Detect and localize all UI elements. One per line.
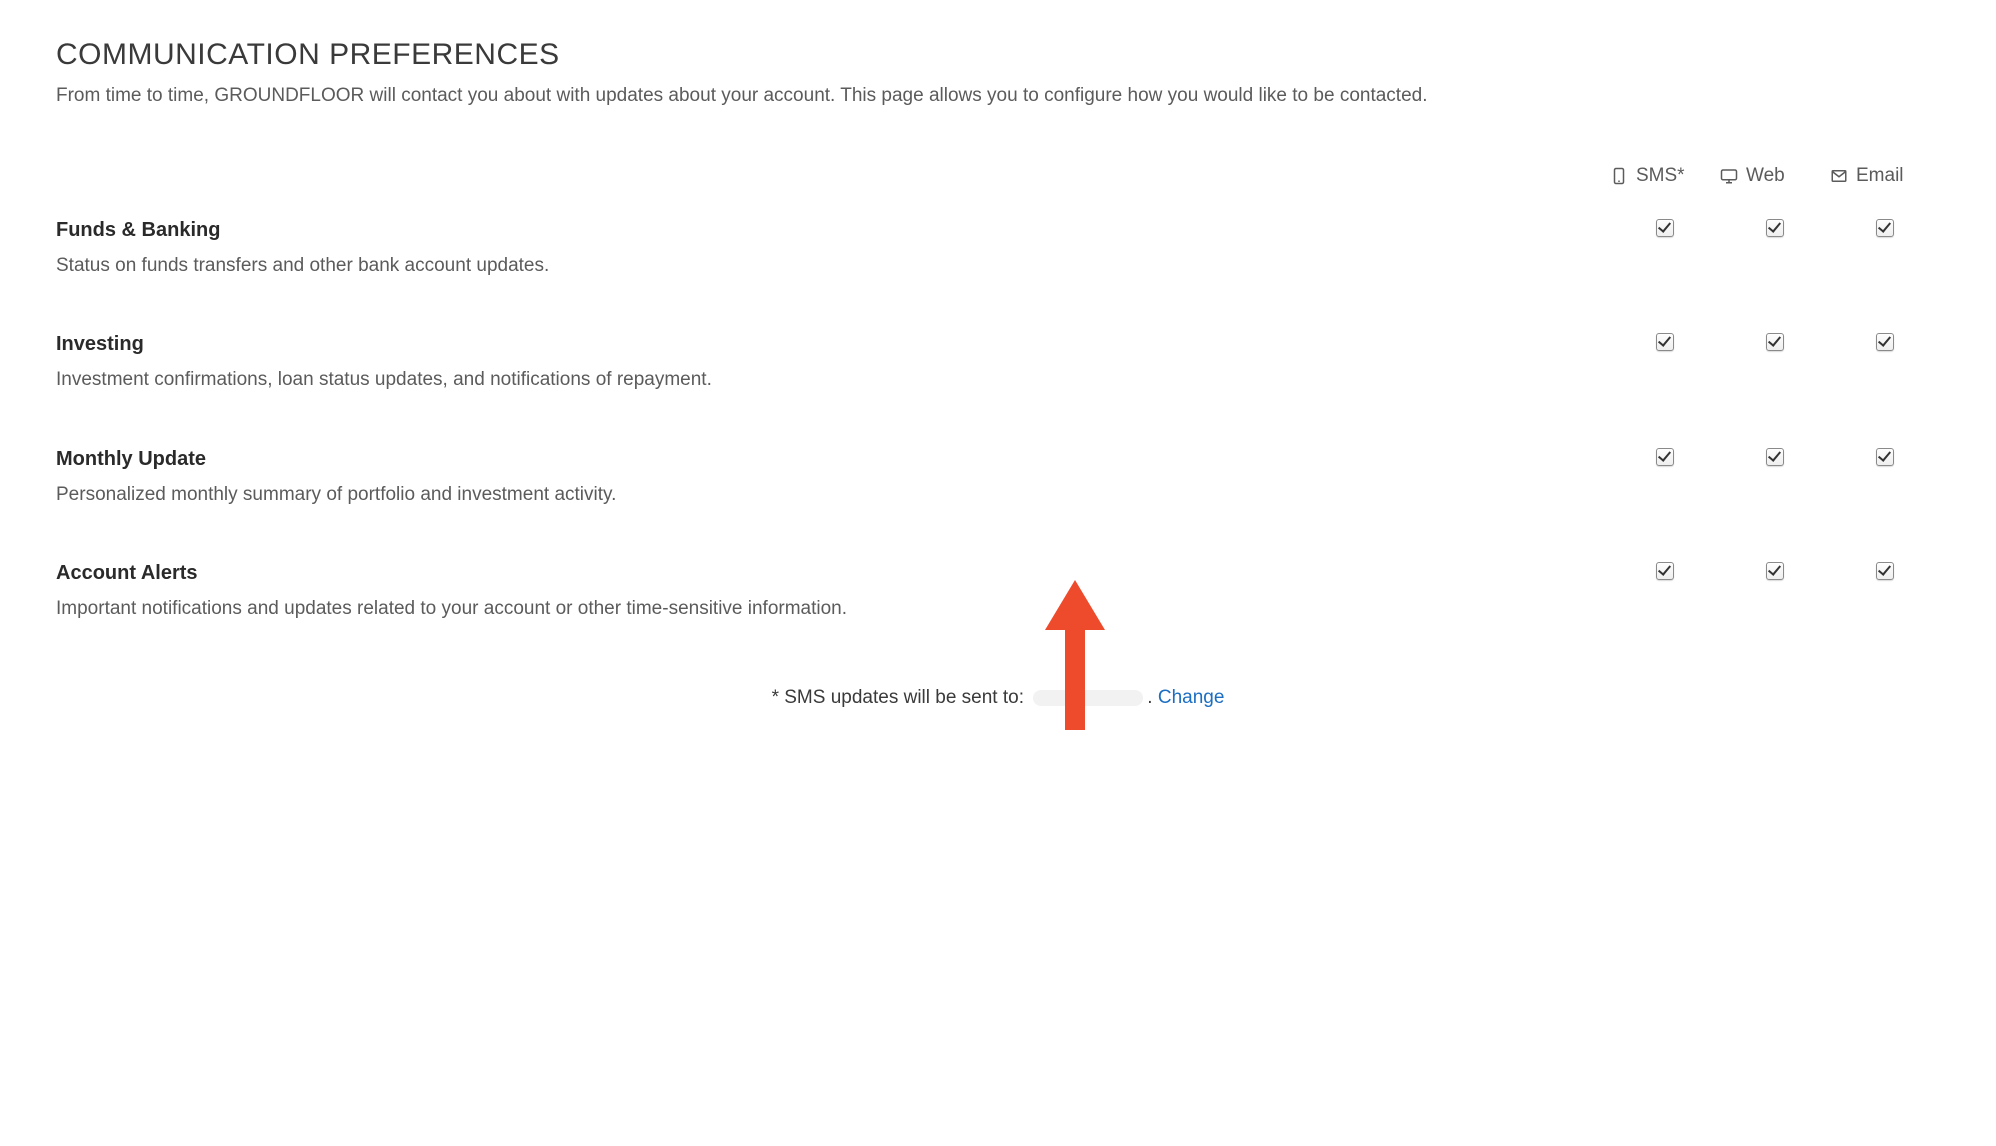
pref-check-cell-web	[1720, 219, 1830, 334]
phone-icon	[1610, 167, 1628, 185]
pref-checkbox-web[interactable]	[1766, 333, 1784, 351]
sms-footnote: * SMS updates will be sent to: . Change	[56, 687, 1940, 709]
sms-footnote-punct: .	[1147, 687, 1158, 708]
pref-checkbox-sms[interactable]	[1656, 333, 1674, 351]
pref-desc-cell: Monthly Update Personalized monthly summa…	[56, 448, 1610, 563]
channel-header-sms: SMS*	[1610, 165, 1685, 187]
pref-row-title: Monthly Update	[56, 448, 1570, 471]
pref-row: Funds & Banking Status on funds transfers…	[56, 219, 1940, 334]
pref-row-title: Investing	[56, 333, 1570, 356]
pref-checkbox-sms[interactable]	[1656, 562, 1674, 580]
pref-checkbox-email[interactable]	[1876, 562, 1894, 580]
pref-row-desc: Important notifications and updates rela…	[56, 595, 1570, 623]
pref-row-desc: Investment confirmations, loan status up…	[56, 366, 1570, 394]
channel-label-sms: SMS*	[1636, 165, 1685, 187]
pref-row-desc: Personalized monthly summary of portfoli…	[56, 481, 1570, 509]
monitor-icon	[1720, 167, 1738, 185]
pref-check-cell-web	[1720, 333, 1830, 448]
channel-label-email: Email	[1856, 165, 1904, 187]
preferences-table: SMS* Web Email Funds & Banking Status on …	[56, 155, 1940, 677]
page-subtitle: From time to time, GROUNDFLOOR will cont…	[56, 82, 1940, 111]
pref-check-cell-email	[1830, 448, 1940, 563]
pref-checkbox-web[interactable]	[1766, 562, 1784, 580]
pref-row: Investing Investment confirmations, loan …	[56, 333, 1940, 448]
sms-footnote-prefix: * SMS updates will be sent to:	[772, 687, 1024, 708]
pref-checkbox-email[interactable]	[1876, 448, 1894, 466]
pref-desc-cell: Funds & Banking Status on funds transfers…	[56, 219, 1610, 334]
pref-row: Monthly Update Personalized monthly summa…	[56, 448, 1940, 563]
channel-header-email: Email	[1830, 165, 1904, 187]
pref-checkbox-web[interactable]	[1766, 448, 1784, 466]
pref-desc-cell: Investing Investment confirmations, loan …	[56, 333, 1610, 448]
pref-check-cell-sms	[1610, 333, 1720, 448]
sms-phone-redacted	[1033, 690, 1143, 706]
mail-icon	[1830, 167, 1848, 185]
pref-checkbox-sms[interactable]	[1656, 448, 1674, 466]
pref-checkbox-sms[interactable]	[1656, 219, 1674, 237]
pref-check-cell-web	[1720, 448, 1830, 563]
pref-check-cell-web	[1720, 562, 1830, 677]
pref-check-cell-email	[1830, 562, 1940, 677]
pref-checkbox-web[interactable]	[1766, 219, 1784, 237]
pref-row-desc: Status on funds transfers and other bank…	[56, 252, 1570, 280]
pref-check-cell-sms	[1610, 219, 1720, 334]
page-title: COMMUNICATION PREFERENCES	[56, 38, 1940, 72]
pref-checkbox-email[interactable]	[1876, 333, 1894, 351]
channel-label-web: Web	[1746, 165, 1785, 187]
change-phone-link[interactable]: Change	[1158, 687, 1225, 708]
pref-check-cell-sms	[1610, 562, 1720, 677]
pref-desc-cell: Account Alerts Important notifications an…	[56, 562, 1610, 677]
pref-row-title: Account Alerts	[56, 562, 1570, 585]
pref-check-cell-email	[1830, 219, 1940, 334]
pref-check-cell-sms	[1610, 448, 1720, 563]
pref-check-cell-email	[1830, 333, 1940, 448]
pref-row: Account Alerts Important notifications an…	[56, 562, 1940, 677]
channel-header-web: Web	[1720, 165, 1785, 187]
pref-checkbox-email[interactable]	[1876, 219, 1894, 237]
pref-row-title: Funds & Banking	[56, 219, 1570, 242]
